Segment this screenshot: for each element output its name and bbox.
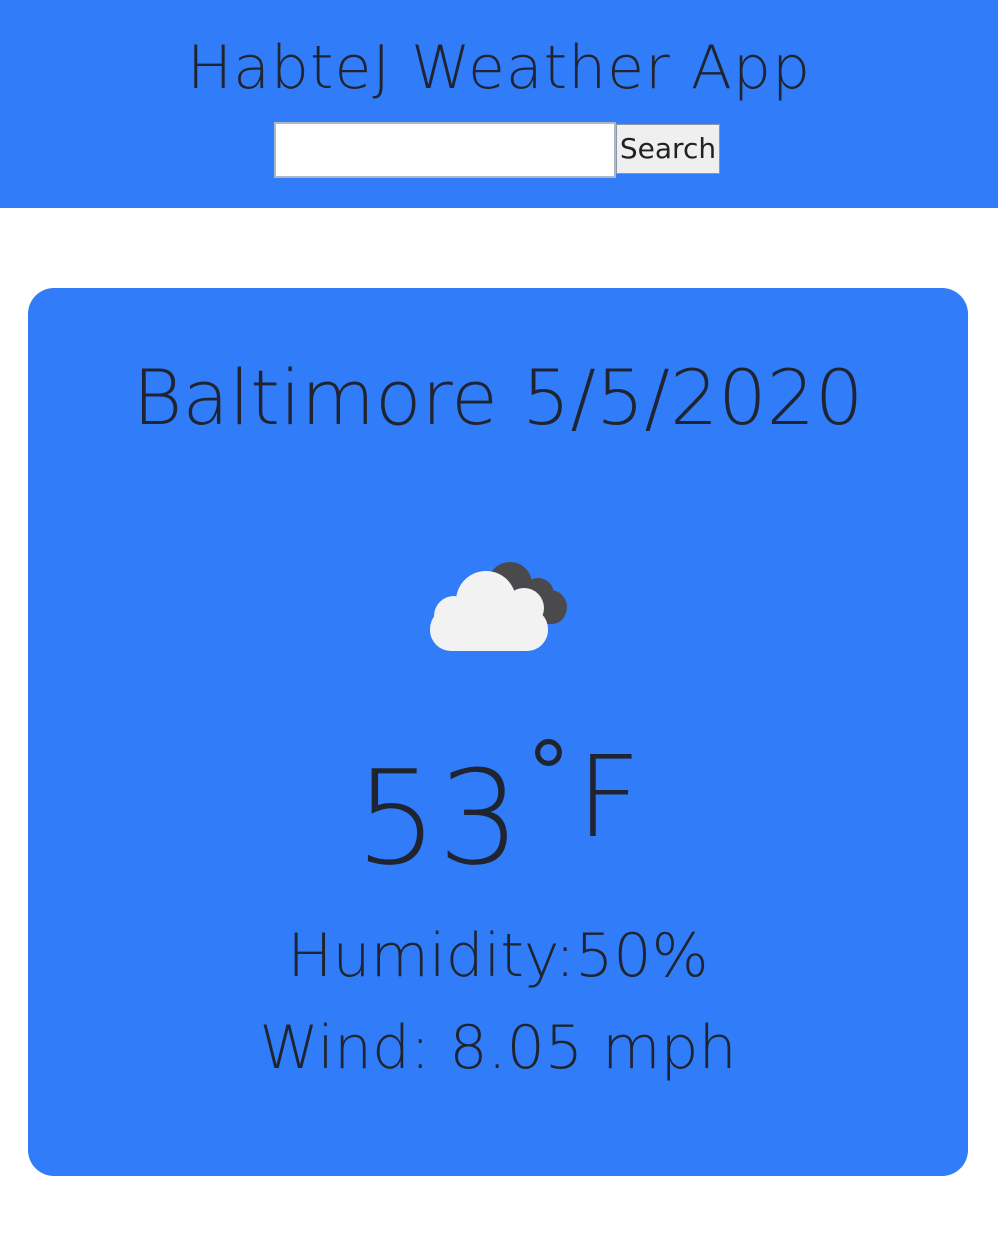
wind-text: Wind: 8.05 mph: [259, 1013, 737, 1083]
weather-card: Baltimore 5/5/2020 53˚F Humidity:50% Win…: [28, 288, 968, 1176]
date-text: 5/5/2020: [522, 353, 864, 442]
search-input[interactable]: [274, 122, 616, 178]
humidity-text: Humidity:50%: [287, 921, 709, 991]
app-header: HabteJ Weather App Search: [0, 0, 998, 208]
city-date-heading: Baltimore 5/5/2020: [28, 350, 968, 446]
temperature-display: 53˚F: [28, 733, 968, 894]
broken-clouds-icon: [426, 556, 572, 652]
app-title: HabteJ Weather App: [186, 33, 812, 103]
search-button[interactable]: Search: [616, 124, 720, 174]
city-name: Baltimore: [132, 353, 498, 442]
temperature-unit: ˚F: [520, 733, 641, 863]
temperature-value: 53: [355, 742, 521, 894]
